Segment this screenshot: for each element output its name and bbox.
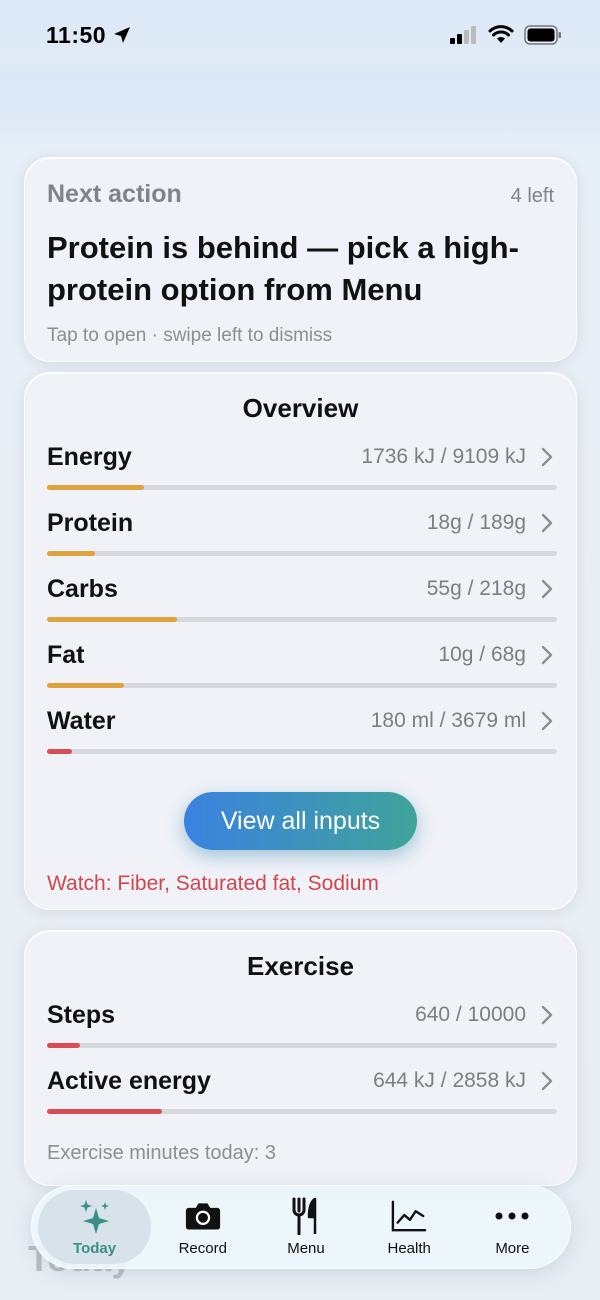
progress-track: [47, 485, 557, 490]
progress-track: [47, 1109, 557, 1114]
tab-today[interactable]: Today: [38, 1190, 152, 1264]
metric-name: Water: [47, 706, 116, 735]
metric-row-carbs[interactable]: Carbs 55g / 218g: [47, 570, 557, 636]
fork-knife-icon: [288, 1197, 324, 1235]
tab-label-more: More: [495, 1239, 530, 1257]
cellular-signal-icon: [450, 26, 476, 44]
metric-name: Energy: [47, 442, 132, 471]
exercise-title: Exercise: [247, 951, 354, 981]
tab-bar: Today Record Menu Health More: [31, 1185, 571, 1269]
chart-line-icon: [391, 1198, 427, 1234]
header-band: [0, 70, 600, 144]
metric-value: 640 / 10000: [415, 1003, 526, 1026]
exercise-minutes: Exercise minutes today: 3: [47, 1142, 276, 1164]
status-icons: [450, 25, 562, 45]
tab-menu[interactable]: Menu: [254, 1190, 357, 1264]
metric-row-protein[interactable]: Protein 18g / 189g: [47, 504, 557, 570]
metric-value: 1736 kJ / 9109 kJ: [361, 445, 526, 468]
progress-track: [47, 749, 557, 754]
overview-title: Overview: [242, 393, 359, 423]
tab-label-record: Record: [178, 1239, 227, 1257]
metric-row-fat[interactable]: Fat 10g / 68g: [47, 636, 557, 702]
next-action-card[interactable]: Next action 4 left Protein is behind — p…: [24, 157, 577, 362]
metric-value: 10g / 68g: [438, 643, 526, 666]
chevron-right-icon: [541, 711, 553, 731]
exercise-card: Exercise Steps 640 / 10000 Active energy 64…: [24, 930, 577, 1186]
next-action-title: Protein is behind — pick a high-protein …: [47, 230, 519, 307]
metric-value: 55g / 218g: [426, 577, 526, 600]
chevron-right-icon: [541, 1005, 553, 1025]
tab-health[interactable]: Health: [358, 1190, 461, 1264]
sparkles-icon: [77, 1198, 113, 1234]
time-group: 11:50: [46, 22, 132, 49]
overview-card: Overview Energy 1736 kJ / 9109 kJ Protein 1…: [24, 372, 577, 910]
next-action-hint: Tap to open · swipe left to dismiss: [47, 325, 333, 346]
metric-row-energy[interactable]: Energy 1736 kJ / 9109 kJ: [47, 438, 557, 504]
tab-record[interactable]: Record: [151, 1190, 254, 1264]
metric-name: Active energy: [47, 1066, 211, 1095]
progress-fill: [47, 683, 124, 688]
exercise-metric-list: Steps 640 / 10000 Active energy 644 kJ / 28…: [47, 996, 557, 1128]
overview-metric-list: Energy 1736 kJ / 9109 kJ Protein 18g / 189g…: [47, 438, 557, 768]
progress-track: [47, 551, 557, 556]
progress-fill: [47, 617, 178, 622]
camera-icon: [185, 1198, 221, 1234]
metric-name: Steps: [47, 1000, 116, 1029]
status-time: 11:50: [46, 21, 107, 48]
battery-icon: [524, 25, 561, 45]
chevron-right-icon: [541, 579, 553, 599]
watch-warning: Watch: Fiber, Saturated fat, Sodium: [47, 872, 379, 895]
progress-fill: [47, 1043, 80, 1048]
progress-fill: [47, 551, 96, 556]
chevron-right-icon: [541, 1071, 553, 1091]
metric-name: Protein: [47, 508, 134, 537]
tab-more[interactable]: More: [461, 1190, 564, 1264]
wifi-icon: [488, 25, 514, 43]
metric-row-active-energy[interactable]: Active energy 644 kJ / 2858 kJ: [47, 1062, 557, 1128]
progress-fill: [47, 749, 72, 754]
metric-row-water[interactable]: Water 180 ml / 3679 ml: [47, 702, 557, 768]
tab-label-menu: Menu: [287, 1239, 325, 1257]
tab-label-health: Health: [387, 1239, 431, 1257]
metric-row-steps[interactable]: Steps 640 / 10000: [47, 996, 557, 1062]
progress-fill: [47, 485, 144, 490]
status-bar: 11:50: [0, 0, 600, 70]
next-action-label: Next action: [47, 180, 182, 208]
progress-fill: [47, 1109, 162, 1114]
view-all-inputs-button[interactable]: View all inputs: [184, 792, 417, 850]
chevron-right-icon: [541, 513, 553, 533]
progress-track: [47, 1043, 557, 1048]
ellipsis-icon: [494, 1198, 530, 1234]
chevron-right-icon: [541, 447, 553, 467]
metric-value: 18g / 189g: [426, 511, 526, 534]
metric-value: 644 kJ / 2858 kJ: [373, 1069, 526, 1092]
next-action-count: 4 left: [510, 185, 554, 207]
metric-name: Fat: [47, 640, 85, 669]
progress-track: [47, 617, 557, 622]
tab-label-today: Today: [73, 1239, 117, 1257]
progress-track: [47, 683, 557, 688]
chevron-right-icon: [541, 645, 553, 665]
location-arrow-icon: [114, 27, 131, 43]
metric-value: 180 ml / 3679 ml: [370, 709, 526, 732]
metric-name: Carbs: [47, 574, 118, 603]
